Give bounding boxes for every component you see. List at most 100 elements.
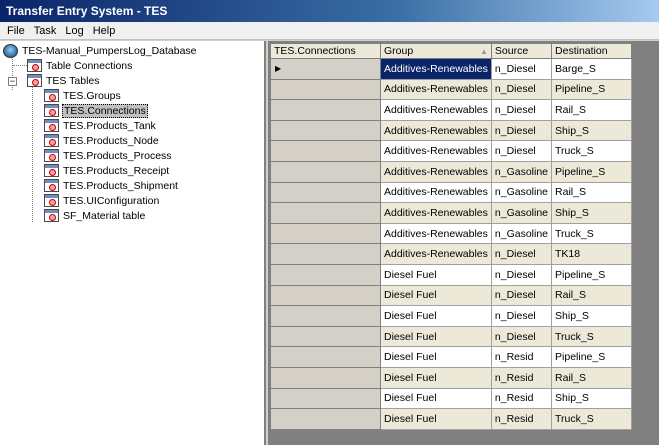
row-header[interactable] (270, 387, 381, 410)
table-row[interactable]: Additives-Renewables n_Gasoline Rail_S (270, 181, 633, 204)
table-row[interactable]: Additives-Renewables n_Diesel Truck_S (270, 140, 633, 162)
cell-destination[interactable]: Pipeline_S (551, 263, 633, 286)
cell-destination[interactable]: Pipeline_S (551, 160, 633, 183)
row-header[interactable] (270, 202, 381, 224)
column-header-destination[interactable]: Destination (551, 43, 633, 59)
cell-source[interactable]: n_Resid (490, 408, 553, 430)
row-header[interactable]: ▶ (270, 58, 381, 80)
menu-log[interactable]: Log (62, 25, 89, 37)
tree-item-tes-products-receipt[interactable]: TES.Products_Receipt (44, 163, 170, 178)
cell-source[interactable]: n_Diesel (490, 99, 553, 121)
tree-item-sf-material-table[interactable]: SF_Material table (44, 208, 146, 223)
collapse-icon[interactable]: − (8, 77, 17, 86)
cell-destination[interactable]: Pipeline_S (551, 346, 633, 368)
cell-source[interactable]: n_Diesel (490, 58, 553, 80)
menu-help[interactable]: Help (90, 25, 122, 37)
column-header-group[interactable]: Group ▲ (380, 43, 492, 59)
cell-source[interactable]: n_Diesel (490, 325, 553, 348)
tree-item-tes-connections[interactable]: TES.Connections (44, 103, 148, 118)
cell-source[interactable]: n_Gasoline (490, 181, 553, 204)
cell-destination[interactable]: Truck_S (551, 325, 633, 348)
row-header[interactable] (270, 160, 381, 183)
tree-item-tes-products-shipment[interactable]: TES.Products_Shipment (44, 178, 179, 193)
cell-group[interactable]: Diesel Fuel (380, 263, 492, 286)
cell-group[interactable]: Additives-Renewables (380, 140, 492, 162)
cell-group[interactable]: Diesel Fuel (380, 325, 492, 348)
cell-destination[interactable]: Pipeline_S (551, 78, 633, 101)
cell-group[interactable]: Diesel Fuel (380, 408, 492, 430)
cell-group[interactable]: Diesel Fuel (380, 387, 492, 410)
table-row[interactable]: Additives-Renewables n_Diesel Ship_S (270, 119, 633, 142)
table-row[interactable]: Additives-Renewables n_Gasoline Truck_S (270, 222, 633, 245)
database-tree[interactable]: TES-Manual_PumpersLog_Database Table Con… (0, 41, 266, 445)
row-header[interactable] (270, 99, 381, 121)
table-row[interactable]: Diesel Fuel n_Diesel Rail_S (270, 284, 633, 307)
row-header[interactable] (270, 140, 381, 162)
table-row[interactable]: Additives-Renewables n_Diesel TK18 (270, 243, 633, 265)
table-row[interactable]: Diesel Fuel n_Resid Rail_S (270, 366, 633, 389)
tree-item-tes-tables[interactable]: TES Tables (27, 73, 101, 88)
row-header[interactable] (270, 243, 381, 265)
cell-destination[interactable]: Rail_S (551, 181, 633, 204)
cell-destination[interactable]: Ship_S (551, 387, 633, 410)
cell-source[interactable]: n_Gasoline (490, 160, 553, 183)
cell-group[interactable]: Additives-Renewables (380, 99, 492, 121)
tree-item-table-connections[interactable]: Table Connections (27, 58, 133, 73)
cell-group[interactable]: Additives-Renewables (380, 58, 492, 80)
row-header[interactable] (270, 305, 381, 327)
row-header[interactable] (270, 325, 381, 348)
row-header[interactable] (270, 119, 381, 142)
cell-group[interactable]: Additives-Renewables (380, 202, 492, 224)
menu-file[interactable]: File (4, 25, 31, 37)
table-row[interactable]: Additives-Renewables n_Diesel Pipeline_S (270, 78, 633, 101)
cell-group[interactable]: Additives-Renewables (380, 222, 492, 245)
table-row[interactable]: Diesel Fuel n_Resid Pipeline_S (270, 346, 633, 368)
row-header[interactable] (270, 78, 381, 101)
tree-item-tes-products-process[interactable]: TES.Products_Process (44, 148, 173, 163)
table-row[interactable]: ▶ Additives-Renewables n_Diesel Barge_S (270, 58, 633, 80)
menu-task[interactable]: Task (31, 25, 63, 37)
cell-destination[interactable]: Truck_S (551, 222, 633, 245)
cell-source[interactable]: n_Gasoline (490, 202, 553, 224)
cell-source[interactable]: n_Resid (490, 387, 553, 410)
cell-group[interactable]: Additives-Renewables (380, 160, 492, 183)
cell-group[interactable]: Diesel Fuel (380, 305, 492, 327)
cell-source[interactable]: n_Resid (490, 346, 553, 368)
tree-item-tes-products-node[interactable]: TES.Products_Node (44, 133, 160, 148)
cell-destination[interactable]: TK18 (551, 243, 633, 265)
table-row[interactable]: Additives-Renewables n_Diesel Rail_S (270, 99, 633, 121)
cell-group[interactable]: Diesel Fuel (380, 366, 492, 389)
cell-destination[interactable]: Ship_S (551, 119, 633, 142)
connections-grid[interactable]: TES.Connections Group ▲ Source Destinati… (270, 43, 633, 430)
cell-group[interactable]: Diesel Fuel (380, 346, 492, 368)
cell-destination[interactable]: Rail_S (551, 284, 633, 307)
table-row[interactable]: Diesel Fuel n_Diesel Truck_S (270, 325, 633, 348)
cell-destination[interactable]: Barge_S (551, 58, 633, 80)
row-header[interactable] (270, 181, 381, 204)
table-row[interactable]: Diesel Fuel n_Resid Ship_S (270, 387, 633, 410)
cell-group[interactable]: Additives-Renewables (380, 119, 492, 142)
table-row[interactable]: Diesel Fuel n_Diesel Ship_S (270, 305, 633, 327)
table-row[interactable]: Additives-Renewables n_Gasoline Ship_S (270, 202, 633, 224)
cell-source[interactable]: n_Diesel (490, 140, 553, 162)
cell-group[interactable]: Additives-Renewables (380, 181, 492, 204)
cell-source[interactable]: n_Resid (490, 366, 553, 389)
cell-source[interactable]: n_Gasoline (490, 222, 553, 245)
row-header[interactable] (270, 408, 381, 430)
cell-source[interactable]: n_Diesel (490, 284, 553, 307)
cell-source[interactable]: n_Diesel (490, 119, 553, 142)
cell-destination[interactable]: Rail_S (551, 366, 633, 389)
tree-root[interactable]: TES-Manual_PumpersLog_Database (3, 43, 198, 58)
cell-destination[interactable]: Ship_S (551, 202, 633, 224)
table-row[interactable]: Diesel Fuel n_Resid Truck_S (270, 408, 633, 430)
table-row[interactable]: Diesel Fuel n_Diesel Pipeline_S (270, 263, 633, 286)
row-header[interactable] (270, 284, 381, 307)
cell-destination[interactable]: Truck_S (551, 140, 633, 162)
tree-item-tes-groups[interactable]: TES.Groups (44, 88, 122, 103)
window-title-bar[interactable]: Transfer Entry System - TES (0, 0, 659, 22)
cell-source[interactable]: n_Diesel (490, 78, 553, 101)
cell-destination[interactable]: Rail_S (551, 99, 633, 121)
cell-group[interactable]: Diesel Fuel (380, 284, 492, 307)
cell-destination[interactable]: Truck_S (551, 408, 633, 430)
cell-source[interactable]: n_Diesel (490, 263, 553, 286)
